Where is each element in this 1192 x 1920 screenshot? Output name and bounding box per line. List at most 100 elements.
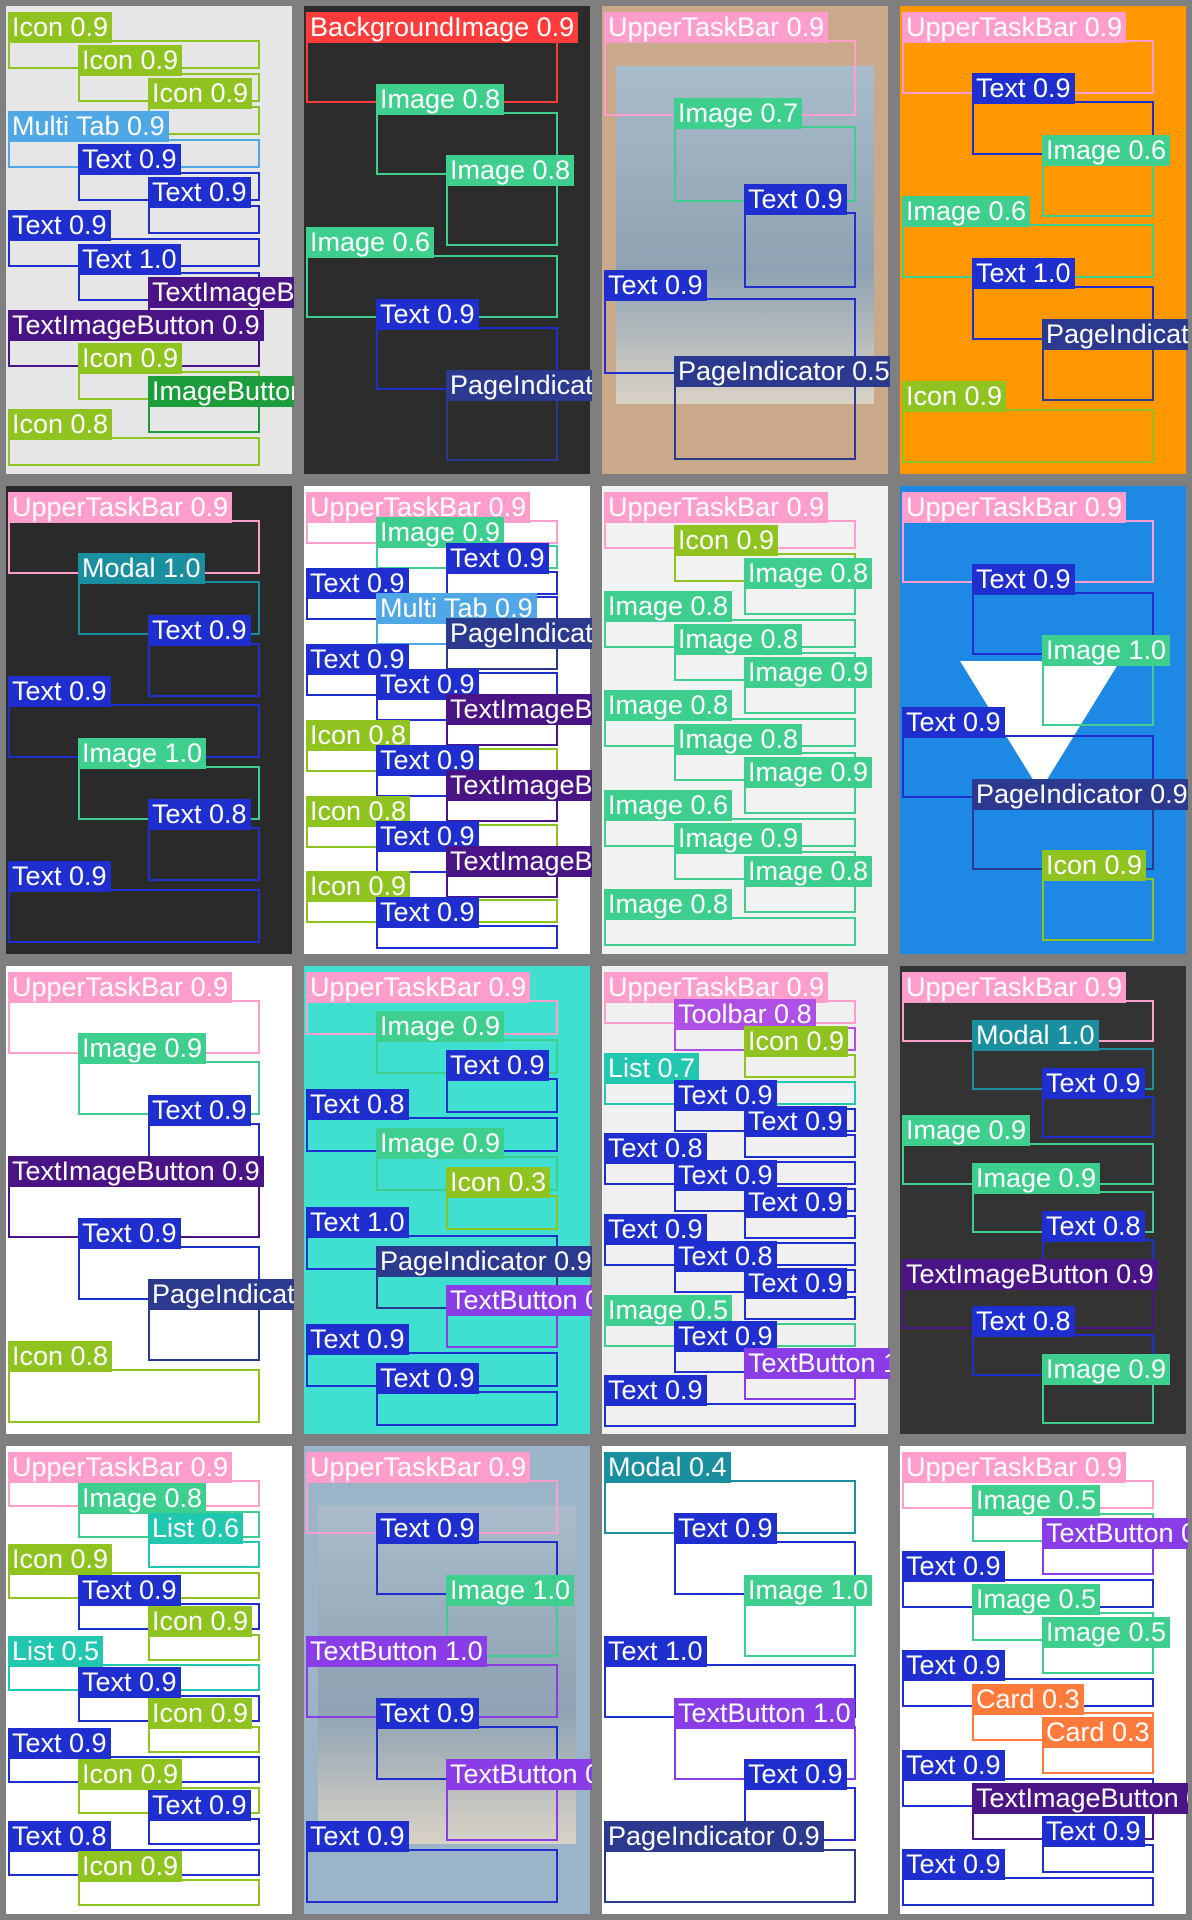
detection-label: TextButton 0.7 (1042, 1518, 1188, 1549)
detection-box (8, 437, 260, 466)
detection-box (744, 586, 856, 615)
detection-label: Text 0.8 (8, 1821, 111, 1852)
detection-label: Text 0.9 (148, 1095, 251, 1126)
detection-box (744, 1215, 856, 1239)
detection-label: Text 0.9 (674, 1513, 777, 1544)
detection-label: Text 0.9 (446, 543, 549, 574)
screenshot-cell-16: UpperTaskBar 0.9Image 0.5TextButton 0.7T… (894, 1440, 1192, 1920)
detection-box (148, 643, 260, 697)
detection-label: Image 0.6 (902, 196, 1031, 227)
detection-label: Text 0.9 (744, 1187, 847, 1218)
detection-label: UpperTaskBar 0.9 (902, 492, 1127, 523)
detection-box (148, 827, 260, 881)
detection-box (744, 685, 856, 714)
detection-label: Text 0.9 (744, 1268, 847, 1299)
detection-box (1042, 1382, 1154, 1424)
detection-label: TextImageButton 0.9 (8, 1156, 264, 1187)
detection-label: Text 0.9 (604, 1375, 707, 1406)
detection-label: BackgroundImage 0.9 (306, 12, 579, 43)
detection-label: Image 0.8 (446, 155, 575, 186)
detection-label: Image 0.8 (744, 558, 873, 589)
detection-label: List 0.6 (148, 1513, 244, 1544)
detection-label: Icon 0.9 (78, 45, 183, 76)
detection-label: Image 0.6 (1042, 135, 1171, 166)
detection-box (446, 722, 558, 746)
detection-label: Text 1.0 (972, 258, 1075, 289)
detection-box (446, 571, 558, 595)
detection-box (148, 1726, 260, 1753)
detection-box (446, 398, 558, 461)
detection-box (1042, 1096, 1154, 1138)
detection-label: List 0.5 (8, 1636, 104, 1667)
detection-label: Icon 0.9 (8, 1544, 113, 1575)
detection-label: Image 0.9 (376, 1011, 505, 1042)
detection-label: UpperTaskBar 0.9 (306, 1452, 531, 1483)
detection-label: TextButton 1.0 (306, 1636, 487, 1667)
detection-label: Text 0.9 (376, 1363, 479, 1394)
detection-box (446, 1078, 558, 1113)
detection-label: Text 0.9 (78, 1667, 181, 1698)
detection-label: Image 0.5 (1042, 1617, 1171, 1648)
detection-box (1042, 1546, 1154, 1575)
detection-box (8, 1369, 260, 1423)
detection-box (744, 785, 856, 814)
screenshot-cell-5: UpperTaskBar 0.9 Modal 1.0 Text 0.9 Text 0.… (0, 480, 298, 960)
detection-label: ImageButton 1.0 (148, 376, 294, 407)
detection-label: Icon 0.8 (8, 1341, 113, 1372)
detection-box (446, 798, 558, 822)
screenshot-cell-15: Modal 0.4 Text 0.9 Image 1.0 Text 1.0 TextBu… (596, 1440, 894, 1920)
detection-label: Text 1.0 (604, 1636, 707, 1667)
detection-label: Text 0.9 (1042, 1816, 1145, 1847)
detection-label: Icon 0.8 (8, 409, 113, 440)
detection-box (744, 1134, 856, 1158)
screenshot-cell-9: UpperTaskBar 0.9 Image 0.9 Text 0.9 TextIma… (0, 960, 298, 1440)
detection-label: Image 0.8 (674, 624, 803, 655)
detection-box (148, 1634, 260, 1661)
detection-label: Text 0.9 (78, 1575, 181, 1606)
detection-label: Text 0.9 (8, 676, 111, 707)
detection-label: Image 1.0 (1042, 635, 1171, 666)
detection-box (744, 1054, 856, 1078)
detection-label: Image 0.6 (604, 790, 733, 821)
detection-label: Image 0.8 (604, 591, 733, 622)
screenshot-cell-8: UpperTaskBar 0.9 Text 0.9 Image 1.0 Text 0.… (894, 480, 1192, 960)
screenshot-cell-13: UpperTaskBar 0.9 Image 0.8 List 0.6 Icon 0.… (0, 1440, 298, 1920)
detection-label: Text 0.9 (8, 861, 111, 892)
detection-box (604, 1403, 856, 1427)
detection-label: Text 0.9 (902, 707, 1005, 738)
detection-box (744, 212, 856, 288)
detection-label: Text 0.8 (148, 799, 251, 830)
detection-box (1042, 1745, 1154, 1774)
screenshot-cell-11: UpperTaskBar 0.9 Toolbar 0.8 Icon 0.9 List … (596, 960, 894, 1440)
detection-label: Image 0.6 (306, 227, 435, 258)
detection-label: Text 0.9 (8, 210, 111, 241)
detection-label: Text 0.9 (376, 1513, 479, 1544)
detection-label: Image 1.0 (78, 738, 207, 769)
detection-label: Text 0.9 (376, 1698, 479, 1729)
detection-label: Image 0.5 (972, 1584, 1101, 1615)
detection-label: TextImageButton 0.9 (8, 310, 264, 341)
detection-label: Card 0.3 (972, 1684, 1084, 1715)
annotation-grid: Icon 0.9 Icon 0.9 Icon 0.9 Multi Tab 0.9 Tex… (0, 0, 1192, 1920)
detection-label: Icon 0.9 (744, 1026, 849, 1057)
screenshot-cell-3: UpperTaskBar 0.9 Image 0.7 Text 0.9 Text 0.… (596, 0, 894, 480)
detection-label: TextImageButton 0.9 (148, 277, 294, 308)
screenshot-cell-6: UpperTaskBar 0.9 Image 0.9 Text 0.9 Text 0.… (298, 480, 596, 960)
detection-label: Image 0.9 (902, 1115, 1031, 1146)
detection-label: Image 0.8 (78, 1483, 207, 1514)
detection-label: Icon 0.9 (8, 12, 113, 43)
detection-label: Image 0.8 (376, 84, 505, 115)
detection-label: TextImageButton 1.0 (446, 694, 592, 725)
detection-label: PageIndicator 0.9 (148, 1279, 294, 1310)
detection-label: Multi Tab 0.9 (8, 111, 169, 142)
detection-label: Icon 0.9 (674, 525, 779, 556)
detection-label: TextButton 1.0 (674, 1698, 855, 1729)
detection-box (1042, 1645, 1154, 1674)
detection-label: Text 0.9 (78, 1218, 181, 1249)
detection-box (1042, 347, 1154, 401)
detection-label: TextImageButton 0.9 (972, 1783, 1188, 1814)
detection-label: Icon 0.9 (902, 381, 1007, 412)
detection-box (8, 889, 260, 943)
detection-label: Image 0.9 (744, 757, 873, 788)
screenshot-cell-4: UpperTaskBar 0.9 Text 0.9 Image 0.6 Image 0… (894, 0, 1192, 480)
